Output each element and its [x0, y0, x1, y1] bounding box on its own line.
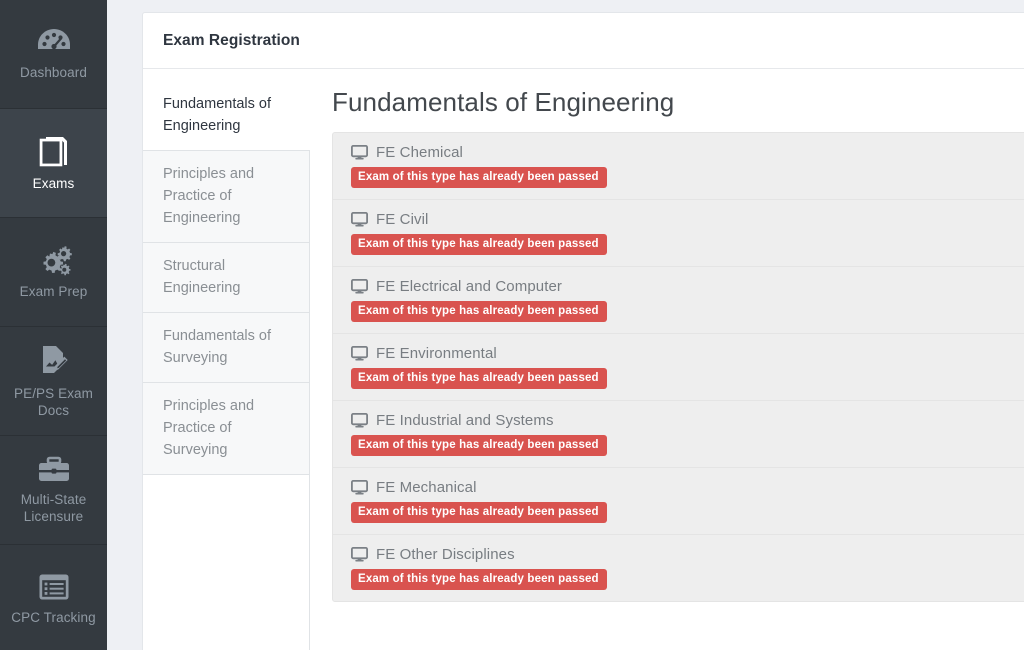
status-badge: Exam of this type has already been passe…	[351, 502, 607, 523]
sidebar-item-cpc-tracking[interactable]: CPC Tracking	[0, 545, 107, 650]
monitor-icon	[351, 346, 368, 361]
monitor-icon	[351, 547, 368, 562]
tab-structural-engineering[interactable]: Structural Engineering	[143, 242, 310, 312]
app-root: Dashboard Exams Exam Prep PE/PS Exam Docs Mu…	[0, 0, 1024, 650]
exam-name-line: FE Civil	[351, 211, 1024, 228]
exam-row[interactable]: FE Mechanical Exam of this type has alrea…	[333, 468, 1024, 535]
sidebar-item-exams[interactable]: Exams	[0, 109, 107, 218]
monitor-icon	[351, 413, 368, 428]
gears-icon	[36, 244, 72, 276]
exam-row[interactable]: FE Other Disciplines Exam of this type ha…	[333, 535, 1024, 601]
exam-row[interactable]: FE Electrical and Computer Exam of this t…	[333, 267, 1024, 334]
sidebar-item-label: Exam Prep	[19, 284, 88, 299]
exam-name: FE Other Disciplines	[376, 546, 515, 563]
exam-name: FE Chemical	[376, 144, 463, 161]
sidebar-item-label: Multi-State Licensure	[20, 491, 87, 524]
exam-row[interactable]: FE Chemical Exam of this type has already…	[333, 133, 1024, 200]
monitor-icon	[351, 212, 368, 227]
exam-name-line: FE Chemical	[351, 144, 1024, 161]
main-region: Exam Registration Fundamentals of Engine…	[107, 0, 1024, 650]
sidebar-item-label: PE/PS Exam Docs	[13, 385, 94, 418]
sidebar-item-exam-prep[interactable]: Exam Prep	[0, 218, 107, 327]
exam-name: FE Civil	[376, 211, 429, 228]
sidebar-item-multi-state-licensure[interactable]: Multi-State Licensure	[0, 436, 107, 545]
briefcase-icon	[37, 456, 71, 484]
monitor-icon	[351, 480, 368, 495]
status-badge: Exam of this type has already been passe…	[351, 435, 607, 456]
tab-rail-filler	[143, 474, 310, 650]
sidebar-item-dashboard[interactable]: Dashboard	[0, 0, 107, 109]
monitor-icon	[351, 279, 368, 294]
exam-row[interactable]: FE Civil Exam of this type has already be…	[333, 200, 1024, 267]
status-badge: Exam of this type has already been passe…	[351, 167, 607, 188]
status-badge: Exam of this type has already been passe…	[351, 234, 607, 255]
gauge-icon	[37, 27, 71, 57]
sidebar-item-pe-ps-exam-docs[interactable]: PE/PS Exam Docs	[0, 327, 107, 436]
monitor-icon	[351, 145, 368, 160]
exam-row[interactable]: FE Environmental Exam of this type has al…	[333, 334, 1024, 401]
exam-name: FE Environmental	[376, 345, 497, 362]
exam-row[interactable]: FE Industrial and Systems Exam of this ty…	[333, 401, 1024, 468]
tab-principles-and-practice-of-engineering[interactable]: Principles and Practice of Engineering	[143, 150, 310, 242]
exam-name-line: FE Industrial and Systems	[351, 412, 1024, 429]
tab-principles-and-practice-of-surveying[interactable]: Principles and Practice of Surveying	[143, 382, 310, 474]
tab-fundamentals-of-surveying[interactable]: Fundamentals of Surveying	[143, 312, 310, 382]
status-badge: Exam of this type has already been passe…	[351, 301, 607, 322]
exam-name-line: FE Environmental	[351, 345, 1024, 362]
status-badge: Exam of this type has already been passe…	[351, 569, 607, 590]
exam-name-line: FE Mechanical	[351, 479, 1024, 496]
sidebar: Dashboard Exams Exam Prep PE/PS Exam Docs Mu…	[0, 0, 107, 650]
sidebar-item-label: Dashboard	[20, 65, 87, 80]
status-badge: Exam of this type has already been passe…	[351, 368, 607, 389]
content-heading: Fundamentals of Engineering	[332, 87, 675, 117]
sidebar-item-label: CPC Tracking	[11, 610, 96, 625]
list-icon	[38, 572, 70, 602]
exam-registration-card: Exam Registration Fundamentals of Engine…	[142, 12, 1024, 650]
tab-fundamentals-of-engineering[interactable]: Fundamentals of Engineering	[143, 81, 310, 150]
doc-edit-icon	[37, 344, 71, 378]
books-icon	[37, 134, 70, 168]
exam-name: FE Industrial and Systems	[376, 412, 554, 429]
exam-name-line: FE Electrical and Computer	[351, 278, 1024, 295]
exam-name-line: FE Other Disciplines	[351, 546, 1024, 563]
exam-name: FE Electrical and Computer	[376, 278, 563, 295]
sidebar-item-label: Exams	[32, 176, 75, 191]
exam-name: FE Mechanical	[376, 479, 477, 496]
page-title: Exam Registration	[163, 32, 300, 49]
exam-list: FE Chemical Exam of this type has already…	[332, 132, 1024, 602]
card-header: Exam Registration	[143, 13, 1024, 69]
tab-content-panel: Fundamentals of Engineering FE Chemical E…	[310, 69, 1024, 650]
card-body: Fundamentals of Engineering Principles an…	[143, 69, 1024, 650]
tab-rail: Fundamentals of Engineering Principles an…	[143, 69, 310, 650]
